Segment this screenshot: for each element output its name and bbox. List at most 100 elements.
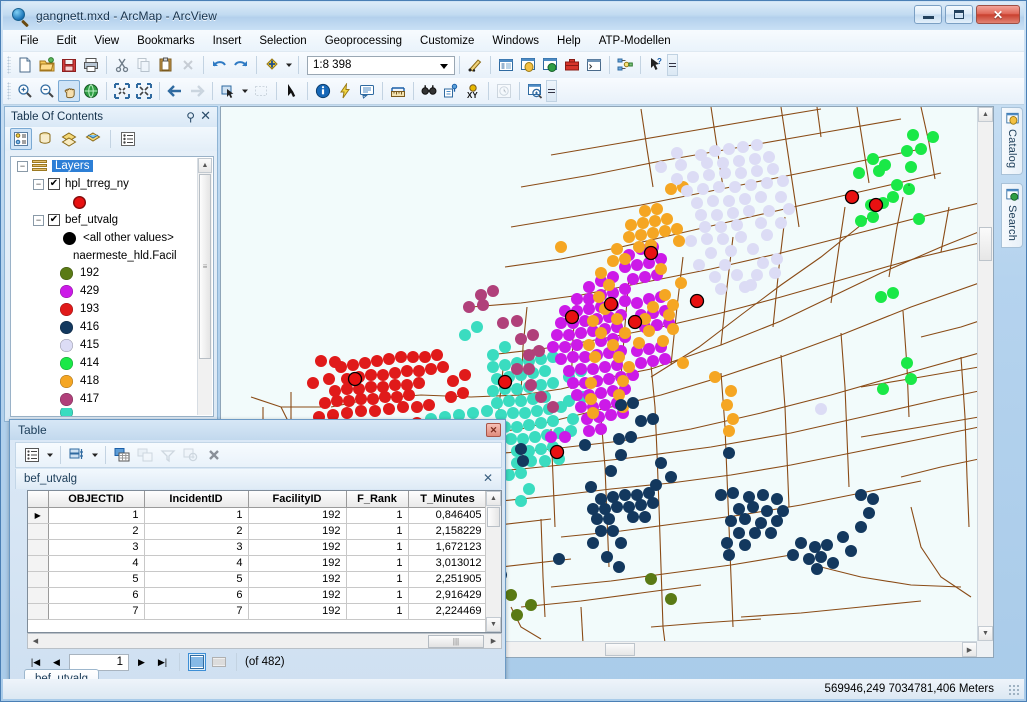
previous-record-button[interactable]: ◀: [48, 654, 65, 671]
maximize-button[interactable]: [945, 5, 973, 24]
cell-f-rank[interactable]: 1: [346, 523, 409, 540]
menu-atp-modellen[interactable]: ATP-Modellen: [590, 32, 680, 50]
scroll-right-arrow-icon[interactable]: ▶: [962, 642, 977, 657]
menu-file[interactable]: File: [11, 32, 48, 50]
tab-catalog[interactable]: Catalog: [1001, 107, 1023, 176]
close-icon[interactable]: ✕: [483, 471, 493, 485]
undo-icon[interactable]: [208, 54, 230, 76]
toc-symbol-row[interactable]: 418: [11, 372, 213, 390]
copy-icon[interactable]: [133, 54, 155, 76]
row-selector[interactable]: [28, 571, 49, 588]
table-layer-tab[interactable]: bef_utvalg ✕: [15, 469, 502, 489]
map-vertical-scrollbar[interactable]: ▲ ▼: [977, 107, 993, 641]
cell-incidentid[interactable]: 2: [144, 523, 249, 540]
toolbar-overflow-button[interactable]: [667, 54, 678, 76]
go-back-extent-icon[interactable]: [164, 80, 186, 102]
table-row[interactable]: 4 4 192 1 3,013012: [28, 555, 488, 572]
toc-symbol-row[interactable]: 429: [11, 282, 213, 300]
row-selector[interactable]: ▶: [28, 507, 49, 524]
zoom-out-icon[interactable]: [36, 80, 58, 102]
clear-selection-icon[interactable]: [157, 444, 179, 466]
menu-geoprocessing[interactable]: Geoprocessing: [316, 32, 411, 50]
related-tables-dropdown-arrow[interactable]: [89, 444, 100, 466]
row-selector[interactable]: [28, 539, 49, 556]
cell-f-rank[interactable]: 1: [346, 571, 409, 588]
toc-vertical-scrollbar[interactable]: ▲ ≡: [197, 158, 212, 415]
full-extent-icon[interactable]: [80, 80, 102, 102]
cell-objectid[interactable]: 7: [48, 603, 145, 620]
table-of-contents-icon[interactable]: [495, 54, 517, 76]
identify-icon[interactable]: [312, 80, 334, 102]
cell-t-minutes[interactable]: 2,224469: [408, 603, 488, 620]
fixed-zoom-in-icon[interactable]: [111, 80, 133, 102]
html-popup-icon[interactable]: [356, 80, 378, 102]
cell-facilityid[interactable]: 192: [248, 539, 347, 556]
arctoolbox-icon[interactable]: [561, 54, 583, 76]
cell-facilityid[interactable]: 192: [248, 555, 347, 572]
column-header-f-rank[interactable]: F_Rank: [346, 491, 409, 508]
cell-objectid[interactable]: 5: [48, 571, 145, 588]
toc-symbol-row[interactable]: 414: [11, 354, 213, 372]
column-header-facilityid[interactable]: FacilityID: [248, 491, 347, 508]
list-by-visibility-icon[interactable]: [58, 128, 80, 150]
show-all-records-icon[interactable]: [188, 653, 206, 671]
cell-objectid[interactable]: 2: [48, 523, 145, 540]
toc-layer-bef-utvalg[interactable]: − ✔ bef_utvalg: [11, 211, 213, 229]
layer-visibility-checkbox[interactable]: ✔: [48, 214, 60, 226]
column-header-objectid[interactable]: OBJECTID: [48, 491, 145, 508]
menu-help[interactable]: Help: [548, 32, 590, 50]
close-icon[interactable]: ✕: [486, 423, 501, 437]
tools-toolbar-grip[interactable]: [7, 82, 11, 100]
cell-incidentid[interactable]: 3: [144, 539, 249, 556]
cell-facilityid[interactable]: 192: [248, 587, 347, 604]
add-data-dropdown-arrow[interactable]: [283, 54, 294, 76]
row-selector[interactable]: [28, 555, 49, 572]
chevron-down-icon[interactable]: [440, 63, 448, 69]
table-options-icon[interactable]: [21, 444, 43, 466]
table-row[interactable]: 6 6 192 1 2,916429: [28, 587, 488, 604]
grid-vertical-scrollbar[interactable]: ▲ ▼: [485, 491, 501, 632]
toc-layer-tree[interactable]: − Layers − ✔ hpl_trreg_ny − ✔ bef_utvalg…: [10, 156, 214, 417]
related-tables-icon[interactable]: [66, 444, 88, 466]
table-row[interactable]: 7 7 192 1 2,224469: [28, 603, 488, 620]
pan-icon[interactable]: [58, 80, 80, 102]
cell-objectid[interactable]: 1: [48, 507, 145, 524]
fixed-zoom-out-icon[interactable]: [133, 80, 155, 102]
search-window-icon[interactable]: [539, 54, 561, 76]
first-record-button[interactable]: |◀: [27, 654, 44, 671]
menu-edit[interactable]: Edit: [48, 32, 86, 50]
open-folder-icon[interactable]: [36, 54, 58, 76]
expander-icon[interactable]: −: [33, 214, 44, 226]
catalog-icon[interactable]: [517, 54, 539, 76]
cell-f-rank[interactable]: 1: [346, 539, 409, 556]
scroll-down-arrow-icon[interactable]: ▼: [978, 626, 993, 641]
attribute-grid[interactable]: OBJECTID IncidentID FacilityID F_Rank T_…: [27, 490, 502, 633]
time-slider-icon[interactable]: [493, 80, 515, 102]
toc-symbol-row[interactable]: [11, 193, 213, 211]
toc-layer-hpl-trreg-ny[interactable]: − ✔ hpl_trreg_ny: [11, 175, 213, 193]
go-forward-extent-icon[interactable]: [186, 80, 208, 102]
grid-horizontal-scrollbar[interactable]: ◀ ||| ▶: [27, 633, 502, 649]
new-document-icon[interactable]: [14, 54, 36, 76]
cell-objectid[interactable]: 6: [48, 587, 145, 604]
expander-icon[interactable]: −: [17, 160, 28, 172]
cell-facilityid[interactable]: 192: [248, 571, 347, 588]
column-header-incidentid[interactable]: IncidentID: [144, 491, 249, 508]
cell-t-minutes[interactable]: 1,672123: [408, 539, 488, 556]
toolbar-grip[interactable]: [7, 56, 11, 74]
grid-hscroll-thumb[interactable]: |||: [428, 634, 484, 648]
cell-f-rank[interactable]: 1: [346, 555, 409, 572]
toc-symbol-row[interactable]: <all other values>: [11, 229, 213, 247]
pin-icon[interactable]: ⚲: [186, 110, 195, 124]
cell-facilityid[interactable]: 192: [248, 523, 347, 540]
table-row[interactable]: 5 5 192 1 2,251905: [28, 571, 488, 588]
toc-symbol-row[interactable]: 192: [11, 264, 213, 282]
cell-t-minutes[interactable]: 2,158229: [408, 523, 488, 540]
switch-selection-icon[interactable]: [134, 444, 156, 466]
scroll-right-arrow-icon[interactable]: ▶: [486, 634, 501, 649]
row-selector[interactable]: [28, 523, 49, 540]
create-viewer-window-icon[interactable]: [524, 80, 546, 102]
toc-symbol-row[interactable]: 416: [11, 318, 213, 336]
table-row[interactable]: ▶ 1 1 192 1 0,846405: [28, 507, 488, 524]
menu-insert[interactable]: Insert: [204, 32, 251, 50]
